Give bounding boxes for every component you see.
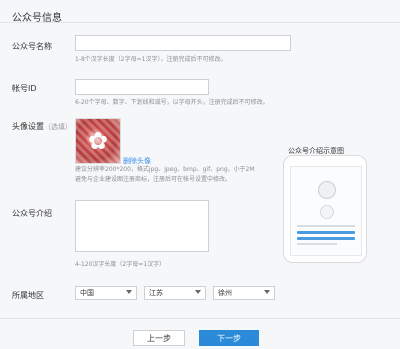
prev-step-button[interactable]: 上一步: [133, 330, 185, 346]
next-step-button[interactable]: 下一步: [199, 330, 259, 346]
intro-hint: 4-120汉字长度（2字母=1汉字）: [75, 261, 166, 268]
intro-textarea[interactable]: [75, 200, 209, 252]
name-hint: 1-8个汉字长度（2字母=1汉字），注册完成后不可修改。: [75, 56, 227, 63]
phone-avatar-icon: [318, 181, 336, 199]
country-select[interactable]: 中国: [75, 286, 137, 300]
account-id-input[interactable]: [75, 79, 209, 95]
chevron-down-icon: [195, 290, 201, 294]
province-select[interactable]: 江苏: [144, 286, 206, 300]
avatar-label: 头像设置（选填）: [12, 121, 72, 132]
avatar-image[interactable]: ✿: [75, 118, 121, 164]
city-value: 徐州: [218, 289, 232, 297]
phone-text-line: [297, 225, 355, 227]
avatar-hint-line2: 避免与企业建设图注册商标，注册后可在帐号设置中修改。: [75, 176, 232, 183]
chevron-down-icon: [264, 290, 270, 294]
intro-label: 公众号介绍: [12, 209, 52, 218]
phone-preview: [283, 155, 367, 263]
name-input[interactable]: [75, 35, 291, 51]
phone-highlight-bar: [297, 237, 355, 240]
avatar-glyph-icon: ✿: [87, 127, 109, 155]
account-id-label: 帐号ID: [12, 84, 37, 93]
province-value: 江苏: [149, 289, 163, 297]
avatar-hint-line1: 建议分辨率200*200，格式jpg、jpeg、bmp、gif、png，小于2M: [75, 166, 255, 173]
name-label: 公众号名称: [12, 42, 52, 51]
avatar-label-text: 头像设置: [12, 122, 44, 131]
phone-text-line: [297, 243, 337, 245]
avatar-label-note: （选填）: [44, 123, 72, 131]
phone-secondary-icon: [320, 205, 334, 219]
chevron-down-icon: [126, 290, 132, 294]
bottom-divider: [0, 318, 400, 319]
top-divider: [0, 22, 400, 23]
country-value: 中国: [80, 289, 94, 297]
phone-screen: [290, 166, 362, 256]
phone-highlight-bar: [297, 231, 355, 234]
city-select[interactable]: 徐州: [213, 286, 275, 300]
region-label: 所属地区: [12, 291, 44, 300]
account-id-hint: 6-20个字母、数字、下划线和减号，以字母开头，注册完成后不可修改。: [75, 99, 269, 106]
